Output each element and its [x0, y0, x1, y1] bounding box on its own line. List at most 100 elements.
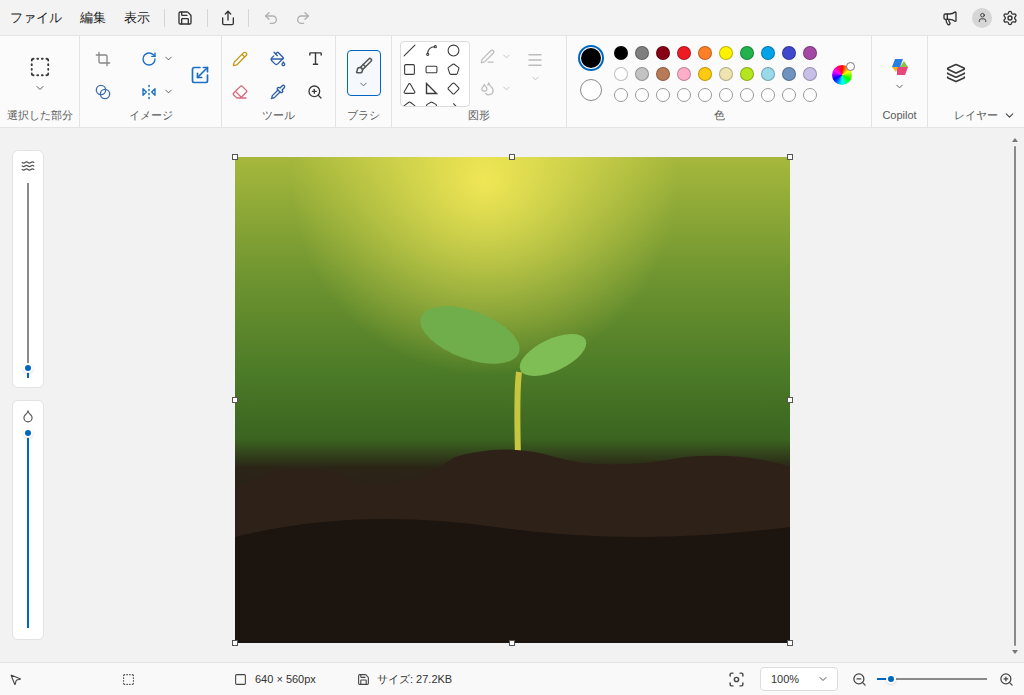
slider-thumb[interactable] — [23, 363, 33, 373]
color-swatch[interactable] — [656, 67, 670, 81]
color-picker-button[interactable] — [260, 75, 296, 108]
hexagon-icon[interactable] — [425, 101, 438, 107]
empty-swatch[interactable] — [761, 88, 775, 102]
magnifier-button[interactable] — [297, 75, 333, 108]
slider-thumb[interactable] — [23, 428, 33, 438]
polygon-icon[interactable] — [447, 63, 460, 76]
color-swatch[interactable] — [635, 46, 649, 60]
color-swatch[interactable] — [740, 46, 754, 60]
opacity-slider[interactable] — [23, 433, 33, 628]
menu-item[interactable]: 編集 — [80, 8, 106, 28]
color-swatch[interactable] — [677, 46, 691, 60]
resize-handle[interactable] — [509, 154, 515, 160]
primary-color[interactable] — [578, 45, 604, 71]
menu-item[interactable]: 表示 — [124, 8, 150, 28]
color-swatch[interactable] — [761, 67, 775, 81]
empty-swatch[interactable] — [614, 88, 628, 102]
empty-swatch[interactable] — [656, 88, 670, 102]
resize-handle[interactable] — [232, 640, 238, 646]
pencil-button[interactable] — [222, 42, 258, 75]
secondary-color[interactable] — [580, 79, 602, 101]
resize-handle[interactable] — [787, 640, 793, 646]
empty-swatch[interactable] — [803, 88, 817, 102]
color-swatch[interactable] — [614, 46, 628, 60]
menu-item[interactable]: ファイル — [10, 8, 62, 28]
diamond-icon[interactable] — [447, 82, 460, 95]
background-icon — [95, 84, 111, 100]
right-triangle-icon[interactable] — [425, 82, 438, 95]
eraser-button[interactable] — [222, 75, 258, 108]
undo-icon[interactable] — [263, 10, 279, 26]
resize-handle[interactable] — [509, 640, 515, 646]
color-swatch[interactable] — [803, 46, 817, 60]
account-button[interactable] — [972, 8, 992, 28]
color-swatch[interactable] — [614, 67, 628, 81]
triangle-icon[interactable] — [403, 82, 416, 95]
color-swatch[interactable] — [782, 46, 796, 60]
rectangle-icon[interactable] — [403, 63, 416, 76]
canvas[interactable] — [235, 157, 790, 643]
color-swatch[interactable] — [761, 46, 775, 60]
empty-swatch[interactable] — [635, 88, 649, 102]
share-icon[interactable] — [220, 10, 236, 26]
copilot-button[interactable] — [872, 36, 927, 92]
color-swatch[interactable] — [698, 46, 712, 60]
size-slider[interactable] — [23, 183, 33, 378]
color-swatch[interactable] — [719, 46, 733, 60]
brush-button[interactable] — [347, 50, 381, 96]
color-swatch[interactable] — [635, 67, 649, 81]
zoom-slider[interactable] — [877, 674, 987, 684]
empty-swatch[interactable] — [677, 88, 691, 102]
color-swatch[interactable] — [803, 67, 817, 81]
zoom-dropdown[interactable]: 100% — [760, 667, 838, 691]
save-icon[interactable] — [177, 10, 193, 26]
group-label: レイヤー — [954, 107, 998, 124]
redo-icon[interactable] — [295, 10, 311, 26]
settings-icon[interactable] — [1002, 10, 1018, 26]
fit-to-window-icon[interactable] — [728, 671, 745, 688]
fill-icon — [270, 51, 286, 67]
zoom-in-icon[interactable] — [999, 672, 1014, 687]
shape-fill-button[interactable] — [480, 77, 512, 99]
slider-thumb[interactable] — [886, 674, 896, 684]
edit-colors-button[interactable] — [832, 65, 852, 85]
rotate-button[interactable] — [133, 42, 183, 75]
feedback-icon[interactable] — [942, 10, 958, 26]
curve-icon[interactable] — [425, 44, 438, 57]
size-button[interactable] — [526, 41, 544, 84]
color-swatch[interactable] — [782, 67, 796, 81]
remove-background-button[interactable] — [86, 75, 120, 108]
shape-gallery[interactable] — [400, 41, 470, 107]
chevron-icon — [501, 83, 512, 94]
file-size: サイズ: 27.2KB — [377, 671, 452, 688]
flip-button[interactable] — [133, 75, 183, 108]
rounded-rectangle-icon[interactable] — [425, 63, 438, 76]
crop-button[interactable] — [86, 42, 120, 75]
line-icon[interactable] — [403, 44, 416, 57]
color-swatch[interactable] — [677, 67, 691, 81]
color-swatch[interactable] — [698, 67, 712, 81]
color-swatch[interactable] — [740, 67, 754, 81]
arrow-icon[interactable] — [447, 101, 460, 107]
pentagon-icon[interactable] — [403, 101, 416, 107]
resize-handle[interactable] — [232, 154, 238, 160]
color-swatch[interactable] — [656, 46, 670, 60]
resize-handle[interactable] — [787, 154, 793, 160]
shape-outline-button[interactable] — [480, 45, 512, 67]
resize-button[interactable] — [180, 42, 221, 108]
empty-swatch[interactable] — [740, 88, 754, 102]
text-button[interactable] — [297, 42, 333, 75]
empty-swatch[interactable] — [698, 88, 712, 102]
oval-icon[interactable] — [447, 44, 460, 57]
empty-swatch[interactable] — [719, 88, 733, 102]
zoom-out-icon[interactable] — [852, 672, 867, 687]
resize-handle[interactable] — [232, 397, 238, 403]
resize-handle[interactable] — [787, 397, 793, 403]
select-button[interactable] — [0, 36, 79, 94]
fill-button[interactable] — [260, 42, 296, 75]
scrollbar[interactable] — [1012, 138, 1018, 654]
empty-swatch[interactable] — [782, 88, 796, 102]
ribbon-expand-icon[interactable] — [1003, 109, 1016, 122]
color-swatch[interactable] — [719, 67, 733, 81]
layers-button[interactable] — [928, 36, 1024, 83]
